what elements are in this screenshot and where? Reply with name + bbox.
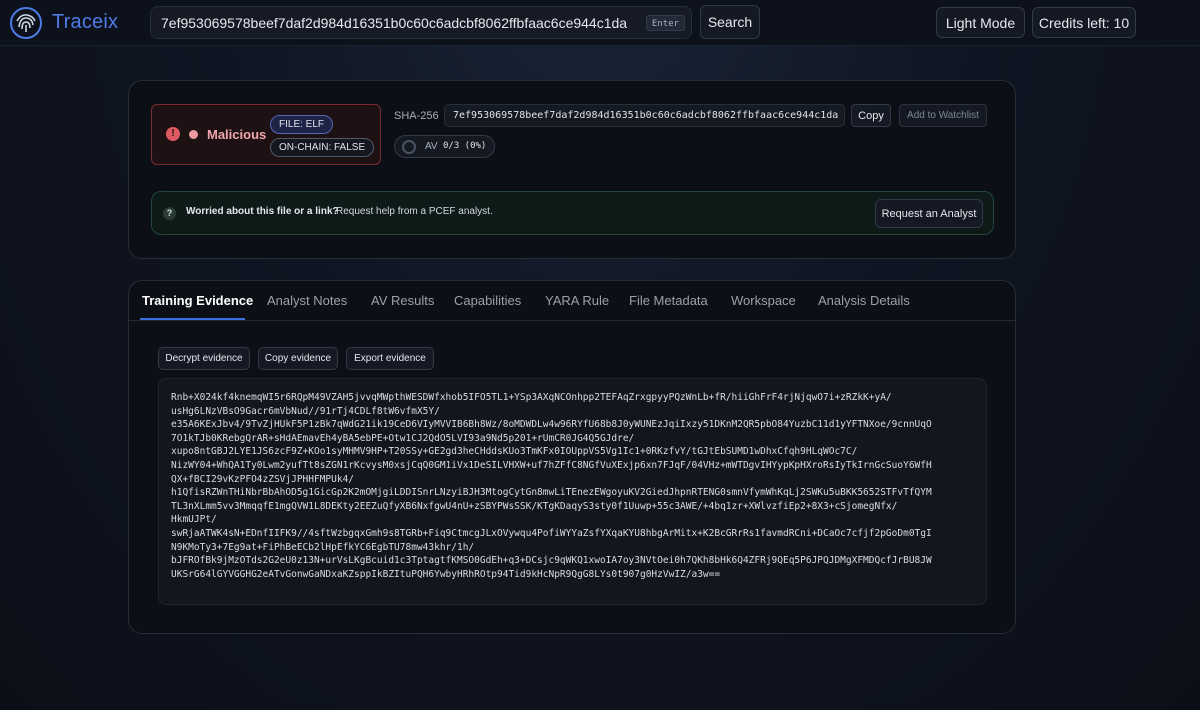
- light-mode-button[interactable]: Light Mode: [936, 7, 1025, 38]
- help-text: Request help from a PCEF analyst.: [336, 206, 493, 217]
- copy-sha-button[interactable]: Copy: [851, 104, 891, 127]
- av-value: 0/3 (0%): [443, 141, 487, 151]
- av-label: AV: [425, 141, 438, 152]
- evidence-line: bJFROfBk9jMzOTds2G2eU0z13N+urVsLKgBcuid1…: [171, 555, 932, 567]
- top-bar: Traceix Enter Search Light Mode Credits …: [0, 0, 1200, 46]
- sha-label: SHA-256: [394, 110, 439, 122]
- active-tab-indicator: [140, 318, 245, 320]
- search-box[interactable]: Enter: [150, 6, 692, 39]
- evidence-line: NizWY04+WhQA1Ty0Lwm2yufTt8sZGN1rKcvysM0x…: [171, 459, 932, 471]
- evidence-line: TL3nXLmm5vv3MmqqfE1mgQVW1L8DEKty2EEZuQfy…: [171, 500, 898, 512]
- evidence-line: UKSrG64lGYVGGHG2eATvGonwGaNDxaKZsppIkBZI…: [171, 568, 721, 580]
- sha-value[interactable]: 7ef953069578beef7daf2d984d16351b0c60c6ad…: [444, 104, 845, 127]
- evidence-line: usHg6LNzVBsO9Gacr6mVbNud//91rTj4CDLf8tW6…: [171, 405, 440, 417]
- credits-button[interactable]: Credits left: 10: [1032, 7, 1136, 38]
- brand-name[interactable]: Traceix: [52, 11, 118, 34]
- decrypt-evidence-button[interactable]: Decrypt evidence: [158, 347, 250, 370]
- evidence-text-area[interactable]: Rnb+X024kf4knemqWI5r6RQpM49VZAH5jvvqMWpt…: [158, 378, 987, 605]
- evidence-line: Rnb+X024kf4knemqWI5r6RQpM49VZAH5jvvqMWpt…: [171, 392, 892, 403]
- help-heading: Worried about this file or a link?: [186, 206, 339, 217]
- av-status-pill: AV 0/3 (0%): [394, 135, 495, 158]
- evidence-line: QX+fBCI29vKzPFO4zZSVjJPHHFMPUk4/: [171, 473, 355, 485]
- alert-icon: !: [166, 127, 180, 141]
- evidence-line: h1QfisRZWnTHiNbrBbAhOD5g1GicGp2K2mOMjgiL…: [171, 487, 932, 499]
- status-dot-icon: [189, 130, 198, 139]
- tab-yara-rule[interactable]: YARA Rule: [545, 293, 609, 308]
- tab-capabilities[interactable]: Capabilities: [454, 293, 521, 308]
- evidence-line: swRjaATWK4sN+EDnfIIFK9//4sftWzbgqxGmh9s8…: [171, 527, 932, 539]
- tab-workspace[interactable]: Workspace: [731, 293, 796, 308]
- evidence-line: HkmUJPt/: [171, 514, 217, 526]
- verdict-box: ! Malicious FILE: ELF ON-CHAIN: FALSE: [151, 104, 381, 165]
- summary-card: ! Malicious FILE: ELF ON-CHAIN: FALSE SH…: [128, 80, 1016, 259]
- tab-file-metadata[interactable]: File Metadata: [629, 293, 708, 308]
- search-button[interactable]: Search: [700, 5, 760, 39]
- evidence-line: xupo8ntGBJ2LYE1JS6zcF9Z+KOo1syMHMV9HP+T2…: [171, 446, 858, 458]
- evidence-line: 7O1kTJb0KRebgQrAR+sHdAEmavEh4yBA5ebPE+Ot…: [171, 432, 635, 444]
- details-card: Training Evidence Analyst Notes AV Resul…: [128, 280, 1016, 634]
- analyst-help-banner: ? Worried about this file or a link? Req…: [151, 191, 994, 235]
- add-to-watchlist-button[interactable]: Add to Watchlist: [899, 104, 987, 127]
- verdict-label: Malicious: [207, 127, 267, 142]
- fingerprint-logo-icon[interactable]: [8, 5, 44, 41]
- evidence-line: e35A6KExJbv4/9TvZjHUkF5P1zBk7qWdG21ik19C…: [171, 419, 932, 431]
- request-analyst-button[interactable]: Request an Analyst: [875, 199, 983, 228]
- evidence-line: N9KMoTy3+7Eg9at+FiPhBeECb2lHpEfkYC6EgbTU…: [171, 541, 475, 553]
- tab-training-evidence[interactable]: Training Evidence: [142, 293, 253, 308]
- tab-analyst-notes[interactable]: Analyst Notes: [267, 293, 347, 308]
- question-icon: ?: [163, 207, 176, 220]
- enter-key-hint: Enter: [645, 15, 685, 31]
- export-evidence-button[interactable]: Export evidence: [346, 347, 434, 370]
- search-input[interactable]: [161, 7, 641, 38]
- copy-evidence-button[interactable]: Copy evidence: [258, 347, 338, 370]
- tab-bar: Training Evidence Analyst Notes AV Resul…: [129, 281, 1015, 321]
- av-ring-icon: [402, 140, 416, 154]
- tab-analysis-details[interactable]: Analysis Details: [818, 293, 910, 308]
- file-type-badge: FILE: ELF: [270, 115, 334, 134]
- tab-av-results[interactable]: AV Results: [371, 293, 434, 308]
- on-chain-badge: ON-CHAIN: FALSE: [270, 138, 375, 157]
